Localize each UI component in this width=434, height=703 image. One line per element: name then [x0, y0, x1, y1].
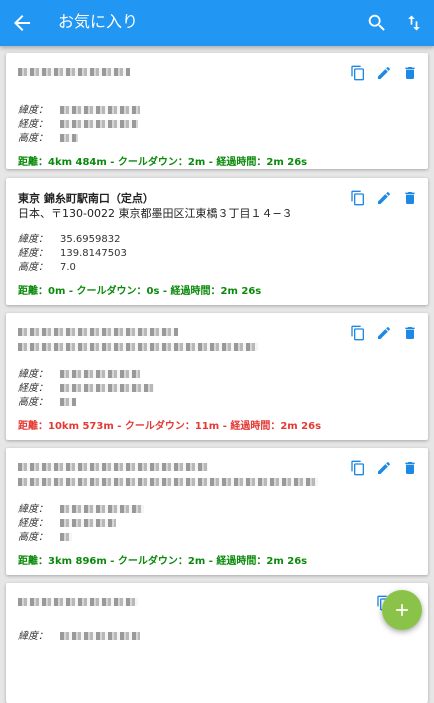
favorite-card[interactable]: 緯度： 経度： 高度： 距離：3km 896m - クールダウン：2m - 経過… [6, 448, 428, 575]
location-address [18, 475, 318, 488]
copy-icon[interactable] [350, 65, 366, 81]
edit-icon[interactable] [376, 190, 392, 206]
location-name [18, 595, 138, 608]
favorite-card[interactable]: 緯度： 経度： 高度： 距離：10km 573m - クールダウン：11m - … [6, 313, 428, 440]
longitude-row: 経度： 139.8147503 [18, 248, 127, 259]
copy-icon[interactable] [350, 190, 366, 206]
status-text: 距離：3km 896m - クールダウン：2m - 経過時間：2m 26s [18, 556, 308, 567]
altitude-row: 高度： [18, 393, 76, 408]
delete-icon[interactable] [402, 65, 418, 81]
longitude-row: 経度： [18, 115, 138, 130]
sort-icon[interactable] [404, 12, 424, 34]
altitude-row: 高度： [18, 528, 72, 543]
location-name: 東京 錦糸町駅南口（定点） [18, 192, 154, 205]
back-arrow-icon[interactable] [10, 11, 34, 35]
add-favorite-button[interactable] [382, 590, 422, 630]
altitude-value: 7.0 [60, 262, 76, 273]
copy-icon[interactable] [350, 325, 366, 341]
delete-icon[interactable] [402, 190, 418, 206]
delete-icon[interactable] [402, 460, 418, 476]
edit-icon[interactable] [376, 460, 392, 476]
longitude-row: 経度： [18, 379, 154, 394]
latitude-row: 緯度： 35.6959832 [18, 234, 121, 245]
favorite-card[interactable]: 東京 錦糸町駅南口（定点） 日本、〒130-0022 東京都墨田区江東橋３丁目１… [6, 178, 428, 305]
copy-icon[interactable] [350, 460, 366, 476]
favorite-card[interactable]: 緯度： 経度： 高度： 距離：4km 484m - クールダウン：2m - 経過… [6, 53, 428, 169]
status-text: 距離：4km 484m - クールダウン：2m - 経過時間：2m 26s [18, 157, 308, 168]
favorite-card[interactable]: 緯度： [6, 583, 428, 703]
altitude-row: 高度： [18, 129, 78, 144]
edit-icon[interactable] [376, 65, 392, 81]
location-name [18, 460, 208, 473]
status-text: 距離：0m - クールダウン：0s - 経過時間：2m 26s [18, 286, 262, 297]
location-address: 日本、〒130-0022 東京都墨田区江東橋３丁目１４−３ [18, 207, 293, 220]
edit-icon[interactable] [376, 325, 392, 341]
latitude-row: 緯度： [18, 365, 140, 380]
search-icon[interactable] [366, 12, 388, 34]
location-address [18, 340, 258, 353]
page-title: お気に入り [58, 12, 139, 31]
app-bar: お気に入り [0, 0, 434, 46]
plus-icon [396, 604, 408, 616]
altitude-row: 高度： 7.0 [18, 262, 76, 273]
longitude-row: 経度： [18, 514, 116, 529]
location-name [18, 325, 178, 338]
location-name [18, 65, 130, 78]
delete-icon[interactable] [402, 325, 418, 341]
latitude-row: 緯度： [18, 101, 140, 116]
status-text: 距離：10km 573m - クールダウン：11m - 経過時間：2m 26s [18, 421, 322, 432]
latitude-row: 緯度： [18, 500, 144, 515]
